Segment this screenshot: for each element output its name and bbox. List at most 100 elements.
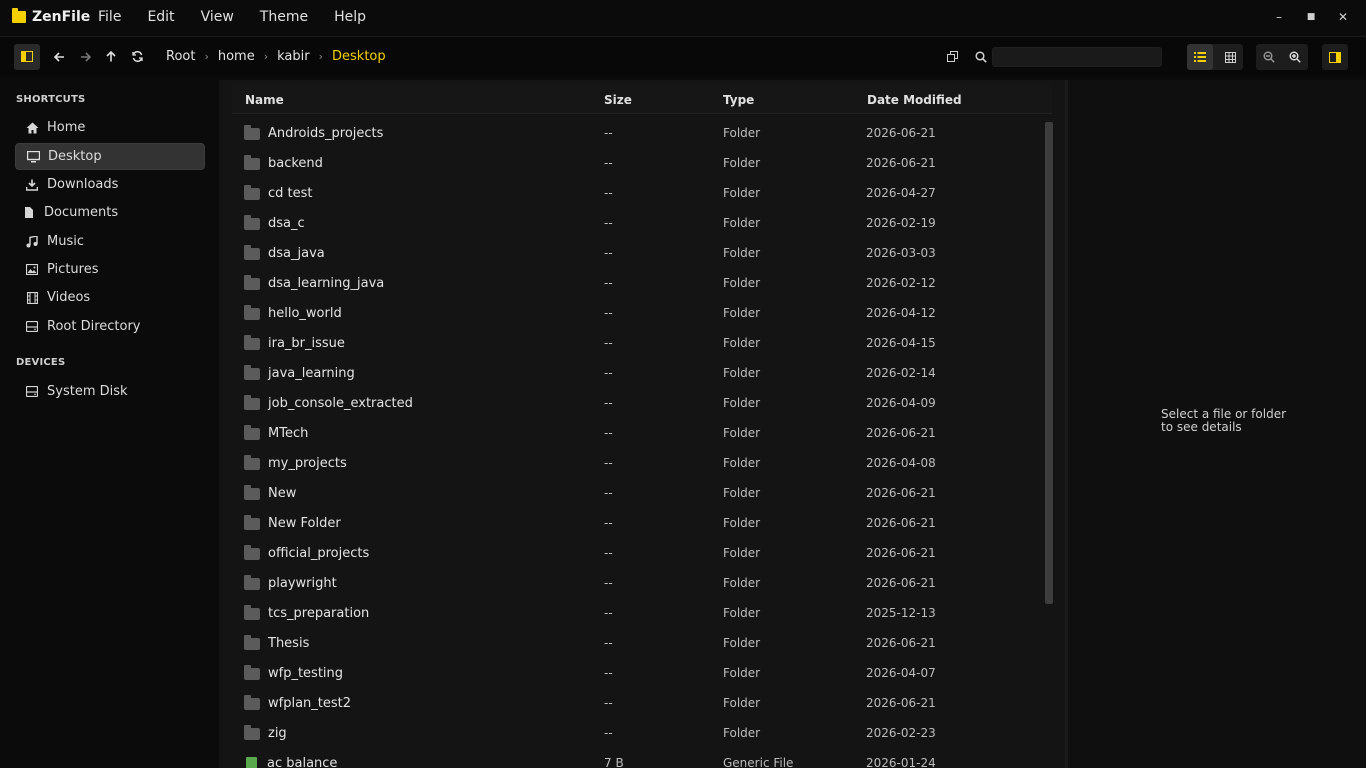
- menu-file[interactable]: File: [98, 9, 134, 25]
- sidebar-item-videos[interactable]: Videos: [15, 284, 205, 311]
- zoom-in-button[interactable]: [1282, 44, 1308, 70]
- zoom-out-button[interactable]: [1256, 44, 1282, 70]
- sidebar-item-documents[interactable]: Documents: [15, 199, 205, 226]
- table-row[interactable]: job_console_extracted -- Folder 2026-04-09: [232, 388, 1042, 418]
- file-type: Folder: [723, 306, 761, 320]
- table-row[interactable]: ac balance 7 B Generic File 2026-01-24: [232, 748, 1042, 768]
- table-row[interactable]: tcs_preparation -- Folder 2025-12-13: [232, 598, 1042, 628]
- music-icon: [25, 235, 39, 249]
- menu-theme[interactable]: Theme: [247, 9, 321, 25]
- folder-icon: [244, 335, 260, 350]
- back-button[interactable]: [46, 44, 72, 70]
- table-row[interactable]: MTech -- Folder 2026-06-21: [232, 418, 1042, 448]
- breadcrumb-desktop[interactable]: Desktop: [332, 49, 386, 64]
- file-name-cell: dsa_c: [244, 215, 305, 231]
- file-name-cell: ira_br_issue: [244, 335, 345, 351]
- toggle-details-button[interactable]: [1322, 44, 1348, 70]
- up-directory-button[interactable]: [98, 44, 124, 70]
- table-row[interactable]: hello_world -- Folder 2026-04-12: [232, 298, 1042, 328]
- table-row[interactable]: Thesis -- Folder 2026-06-21: [232, 628, 1042, 658]
- file-name-cell: dsa_java: [244, 245, 325, 261]
- file-name: Androids_projects: [268, 125, 384, 141]
- minimize-button[interactable]: –: [1263, 10, 1295, 24]
- file-name: Thesis: [268, 635, 310, 651]
- file-name-cell: wfplan_test2: [244, 695, 351, 711]
- file-size: --: [604, 546, 613, 560]
- toolbar: Root › home › kabir › Desktop: [0, 36, 1366, 76]
- file-date: 2026-02-12: [866, 276, 936, 290]
- table-row[interactable]: zig -- Folder 2026-02-23: [232, 718, 1042, 748]
- table-row[interactable]: New -- Folder 2026-06-21: [232, 478, 1042, 508]
- menu-help[interactable]: Help: [321, 9, 379, 25]
- file-name-cell: backend: [244, 155, 323, 171]
- sidebar-item-desktop[interactable]: Desktop: [15, 143, 205, 170]
- table-row[interactable]: dsa_java -- Folder 2026-03-03: [232, 238, 1042, 268]
- breadcrumb-home[interactable]: home: [218, 49, 255, 64]
- file-name-cell: dsa_learning_java: [244, 275, 384, 291]
- table-row[interactable]: playwright -- Folder 2026-06-21: [232, 568, 1042, 598]
- file-name: cd test: [268, 185, 313, 201]
- table-row[interactable]: New Folder -- Folder 2026-06-21: [232, 508, 1042, 538]
- copy-path-button[interactable]: [939, 44, 965, 70]
- sidebar-item-pictures[interactable]: Pictures: [15, 256, 205, 283]
- file-name: ira_br_issue: [268, 335, 345, 351]
- file-date: 2026-06-21: [866, 486, 936, 500]
- folder-icon: [244, 485, 260, 500]
- sidebar-item-home[interactable]: Home: [15, 114, 205, 141]
- file-type: Folder: [723, 486, 761, 500]
- file-size: --: [604, 366, 613, 380]
- sidebar: SHORTCUTS Home Desktop Downloads Documen…: [0, 80, 219, 768]
- column-header-name[interactable]: Name: [245, 93, 284, 107]
- table-row[interactable]: dsa_learning_java -- Folder 2026-02-12: [232, 268, 1042, 298]
- file-name-cell: wfp_testing: [244, 665, 343, 681]
- menu-view[interactable]: View: [188, 9, 247, 25]
- toggle-sidebar-button[interactable]: [14, 43, 40, 70]
- desktop-icon: [26, 150, 40, 164]
- search-button[interactable]: [968, 44, 994, 70]
- sidebar-item-root-directory[interactable]: Root Directory: [15, 313, 205, 340]
- details-empty-message: Select a file or folder to see details: [1161, 407, 1287, 434]
- table-row[interactable]: my_projects -- Folder 2026-04-08: [232, 448, 1042, 478]
- column-header-size[interactable]: Size: [604, 93, 632, 107]
- column-header-date[interactable]: Date Modified: [867, 93, 962, 107]
- file-name-cell: java_learning: [244, 365, 355, 381]
- search-input[interactable]: [992, 47, 1162, 67]
- table-row[interactable]: wfplan_test2 -- Folder 2026-06-21: [232, 688, 1042, 718]
- file-name: MTech: [268, 425, 309, 441]
- file-name-cell: playwright: [244, 575, 337, 591]
- forward-button[interactable]: [72, 44, 98, 70]
- grid-view-button[interactable]: [1217, 44, 1243, 70]
- table-row[interactable]: cd test -- Folder 2026-04-27: [232, 178, 1042, 208]
- table-row[interactable]: ira_br_issue -- Folder 2026-04-15: [232, 328, 1042, 358]
- file-date: 2026-06-21: [866, 426, 936, 440]
- file-name: ac balance: [267, 755, 338, 768]
- scrollbar-thumb[interactable]: [1045, 122, 1053, 604]
- table-row[interactable]: wfp_testing -- Folder 2026-04-07: [232, 658, 1042, 688]
- list-view-button[interactable]: [1187, 44, 1213, 70]
- sidebar-item-system-disk[interactable]: System Disk: [15, 378, 205, 405]
- sidebar-item-music[interactable]: Music: [15, 228, 205, 255]
- table-row[interactable]: backend -- Folder 2026-06-21: [232, 148, 1042, 178]
- refresh-button[interactable]: [124, 44, 150, 70]
- breadcrumb-root[interactable]: Root: [166, 49, 195, 64]
- menu-edit[interactable]: Edit: [134, 9, 187, 25]
- file-name-cell: ac balance: [244, 756, 337, 768]
- sidebar-item-downloads[interactable]: Downloads: [15, 171, 205, 198]
- folder-icon: [244, 635, 260, 650]
- table-row[interactable]: java_learning -- Folder 2026-02-14: [232, 358, 1042, 388]
- column-header-type[interactable]: Type: [723, 93, 754, 107]
- file-date: 2026-04-09: [866, 396, 936, 410]
- table-row[interactable]: Androids_projects -- Folder 2026-06-21: [232, 118, 1042, 148]
- table-row[interactable]: official_projects -- Folder 2026-06-21: [232, 538, 1042, 568]
- file-name-cell: my_projects: [244, 455, 347, 471]
- file-name-cell: cd test: [244, 185, 313, 201]
- file-type: Folder: [723, 366, 761, 380]
- close-button[interactable]: ✕: [1327, 10, 1359, 24]
- file-name: backend: [268, 155, 323, 171]
- table-row[interactable]: dsa_c -- Folder 2026-02-19: [232, 208, 1042, 238]
- file-date: 2026-06-21: [866, 546, 936, 560]
- breadcrumb-kabir[interactable]: kabir: [277, 49, 309, 64]
- file-name: dsa_c: [268, 215, 305, 231]
- maximize-button[interactable]: ■: [1295, 12, 1327, 22]
- file-type: Folder: [723, 126, 761, 140]
